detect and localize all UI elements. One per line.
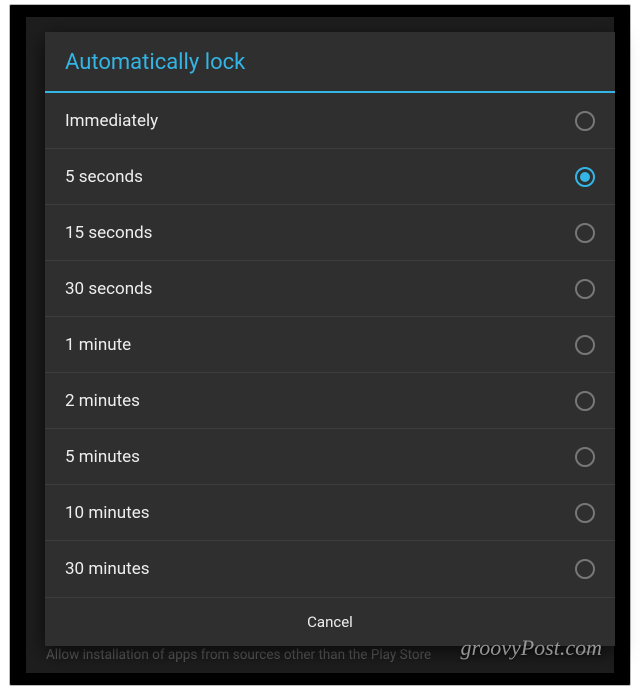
option-row[interactable]: 2 minutes: [45, 373, 615, 429]
radio-icon[interactable]: [575, 503, 595, 523]
radio-icon[interactable]: [575, 447, 595, 467]
radio-icon[interactable]: [575, 111, 595, 131]
dialog-title: Automatically lock: [45, 32, 615, 91]
option-label: 2 minutes: [65, 391, 575, 411]
option-row[interactable]: 5 minutes: [45, 429, 615, 485]
option-label: 1 minute: [65, 335, 575, 355]
option-row[interactable]: 10 minutes: [45, 485, 615, 541]
option-label: 5 seconds: [65, 167, 575, 187]
radio-icon[interactable]: [575, 223, 595, 243]
option-label: 15 seconds: [65, 223, 575, 243]
setting-subtitle: Allow installation of apps from sources …: [46, 647, 431, 663]
option-row[interactable]: 1 minute: [45, 317, 615, 373]
options-list: Immediately 5 seconds 15 seconds 30 seconds…: [45, 93, 615, 597]
option-label: 30 seconds: [65, 279, 575, 299]
radio-icon[interactable]: [575, 167, 595, 187]
option-row[interactable]: 5 seconds: [45, 149, 615, 205]
option-row[interactable]: 30 minutes: [45, 541, 615, 597]
option-row[interactable]: 30 seconds: [45, 261, 615, 317]
radio-icon[interactable]: [575, 559, 595, 579]
option-row[interactable]: 15 seconds: [45, 205, 615, 261]
radio-icon[interactable]: [575, 335, 595, 355]
cancel-button[interactable]: Cancel: [45, 598, 615, 646]
device-frame: Unknown sources Allow installation of ap…: [9, 4, 631, 686]
auto-lock-dialog: Automatically lock Immediately 5 seconds 1…: [45, 32, 615, 646]
option-label: 30 minutes: [65, 559, 575, 579]
radio-icon[interactable]: [575, 279, 595, 299]
radio-icon[interactable]: [575, 391, 595, 411]
option-label: 5 minutes: [65, 447, 575, 467]
option-label: Immediately: [65, 111, 575, 131]
option-label: 10 minutes: [65, 503, 575, 523]
option-row[interactable]: Immediately: [45, 93, 615, 149]
